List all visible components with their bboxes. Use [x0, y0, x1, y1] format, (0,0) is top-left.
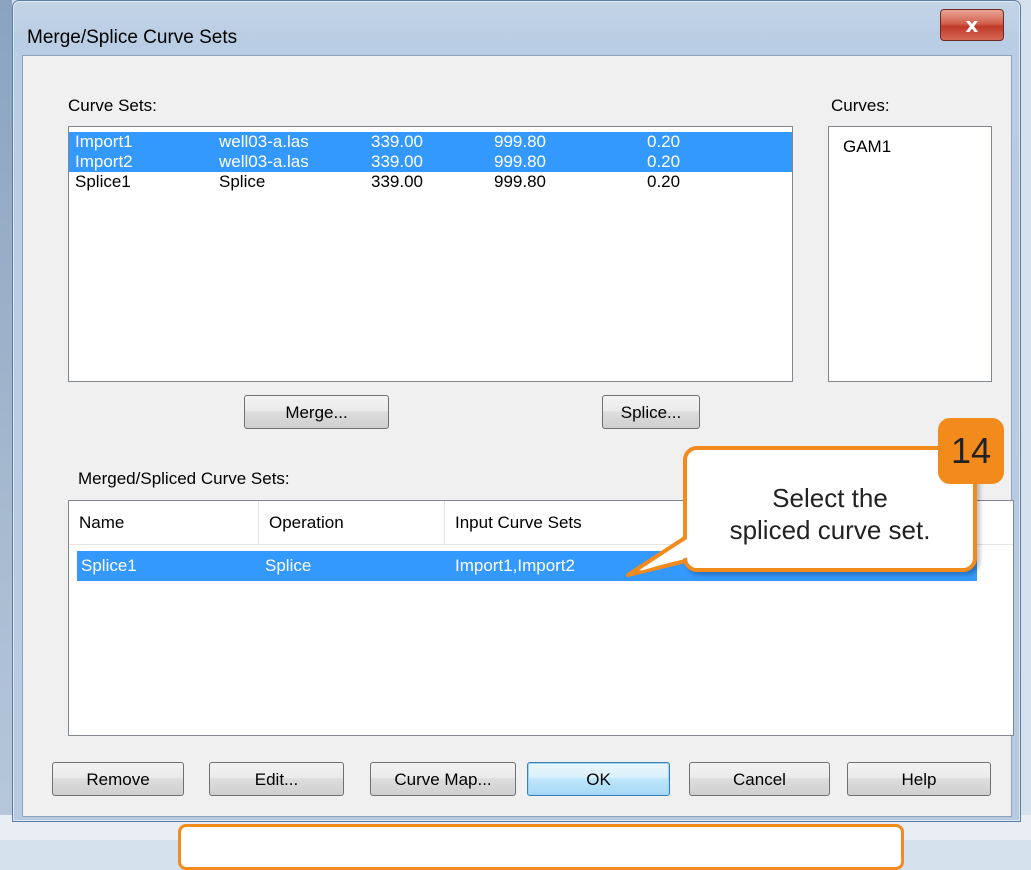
curve-sets-label: Curve Sets:	[68, 96, 157, 115]
list-item[interactable]: Import1 well03-a.las 339.00 999.80 0.20	[69, 132, 792, 152]
callout-bubble: Select the spliced curve set.	[683, 446, 977, 572]
curves-list[interactable]: GAM1	[828, 126, 992, 382]
curve-set-start: 339.00	[371, 132, 423, 151]
merged-row-name: Splice1	[81, 556, 137, 575]
help-button[interactable]: Help	[847, 762, 991, 796]
ok-button[interactable]: OK	[527, 762, 670, 796]
dialog-body: Curve Sets: Curves: Import1 well03-a.las…	[22, 55, 1014, 817]
curve-set-name: Import1	[75, 132, 133, 151]
curve-set-source: well03-a.las	[219, 152, 309, 171]
curve-set-step: 0.20	[647, 132, 681, 151]
merged-row-operation: Splice	[265, 556, 312, 575]
merged-spliced-label: Merged/Spliced Curve Sets:	[78, 469, 290, 488]
curve-set-source: Splice	[219, 172, 266, 191]
splice-button[interactable]: Splice...	[602, 395, 700, 429]
dialog-window: Merge/Splice Curve Sets x Curve Sets: Cu…	[12, 0, 1021, 822]
dialog-title: Merge/Splice Curve Sets	[27, 27, 238, 48]
curve-set-name: Splice1	[75, 172, 131, 191]
curve-set-step: 0.20	[647, 152, 681, 171]
curve-set-source: well03-a.las	[219, 132, 309, 151]
callout-line-2: spliced curve set.	[729, 515, 931, 545]
close-button[interactable]: x	[940, 9, 1004, 41]
next-callout-box	[178, 824, 904, 870]
list-item[interactable]: Splice1 Splice 339.00 999.80 0.20	[69, 172, 792, 192]
merged-row-inputs: Import1,Import2	[455, 556, 575, 575]
column-header-operation[interactable]: Operation	[259, 501, 445, 544]
list-item[interactable]: Import2 well03-a.las 339.00 999.80 0.20	[69, 152, 792, 172]
curve-sets-list[interactable]: Import1 well03-a.las 339.00 999.80 0.20 …	[68, 126, 793, 382]
remove-button[interactable]: Remove	[52, 762, 184, 796]
curve-set-stop: 999.80	[494, 132, 546, 151]
curve-set-name: Import2	[75, 152, 133, 171]
callout-line-1: Select the	[772, 483, 888, 513]
curves-label: Curves:	[831, 96, 890, 115]
merge-button[interactable]: Merge...	[244, 395, 389, 429]
step-number-badge: 14	[938, 418, 1004, 484]
curve-set-step: 0.20	[647, 172, 681, 191]
curve-set-stop: 999.80	[494, 172, 546, 191]
curve-map-button[interactable]: Curve Map...	[370, 762, 516, 796]
background-window-edge	[0, 0, 12, 840]
curve-set-stop: 999.80	[494, 152, 546, 171]
curve-set-start: 339.00	[371, 172, 423, 191]
column-header-name[interactable]: Name	[69, 501, 259, 544]
cancel-button[interactable]: Cancel	[689, 762, 830, 796]
edit-button[interactable]: Edit...	[209, 762, 344, 796]
list-item[interactable]: GAM1	[829, 127, 991, 157]
curve-set-start: 339.00	[371, 152, 423, 171]
